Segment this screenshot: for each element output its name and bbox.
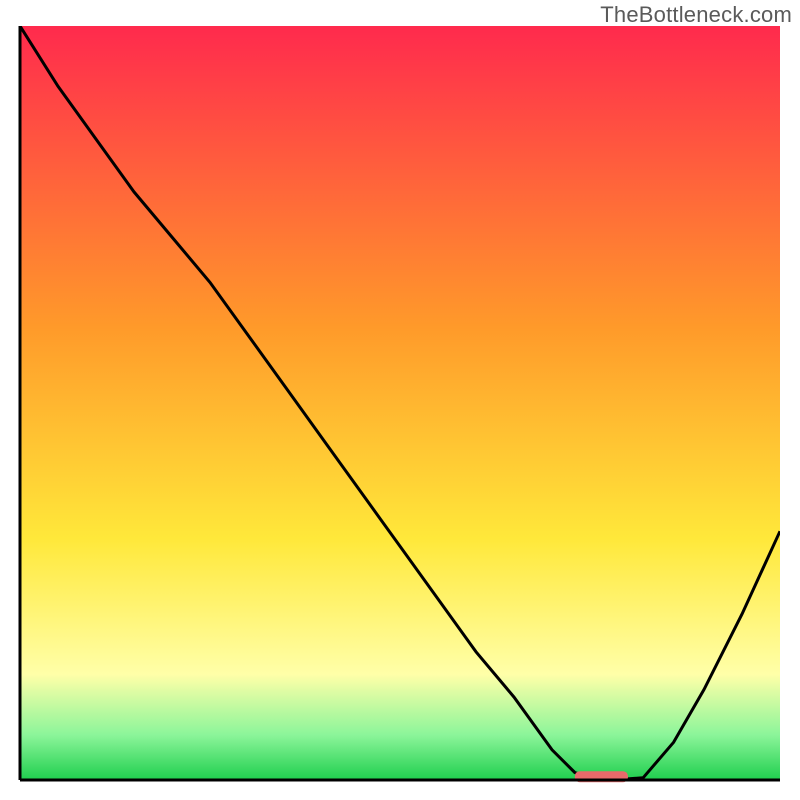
chart-container: TheBottleneck.com [0, 0, 800, 800]
plot-background [20, 26, 780, 780]
bottleneck-curve-chart [0, 0, 800, 800]
watermark-text: TheBottleneck.com [600, 2, 792, 28]
